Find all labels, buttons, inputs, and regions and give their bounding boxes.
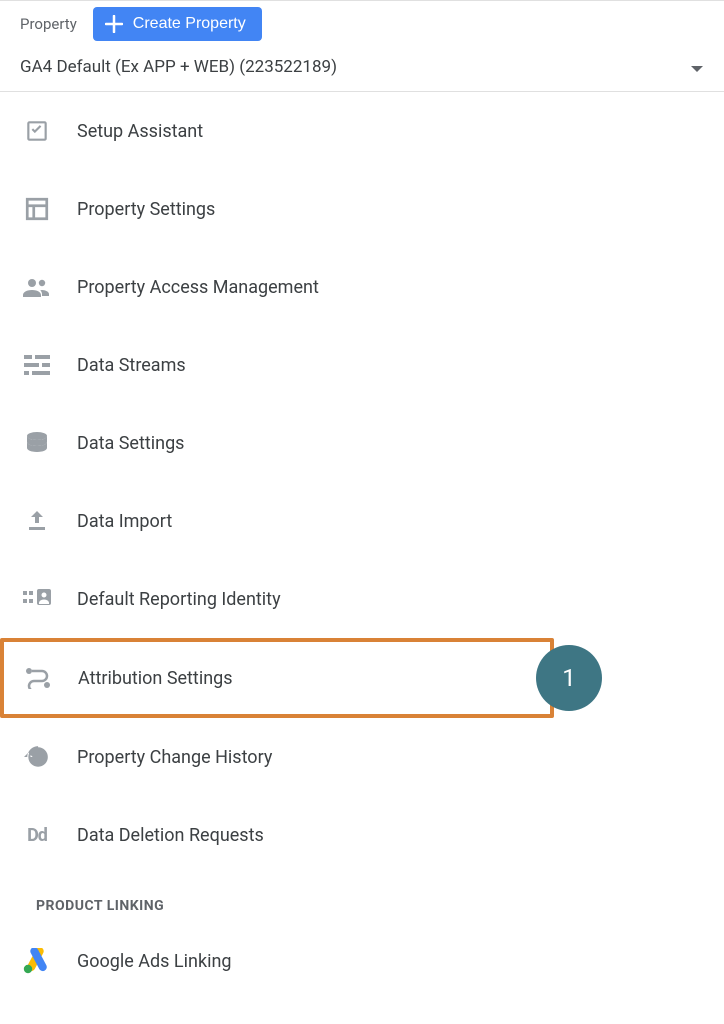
streams-icon [23, 351, 51, 379]
menu-label: Property Settings [77, 199, 215, 220]
menu-item-google-ads-linking[interactable]: Google Ads Linking [0, 922, 724, 997]
menu-label: Data Deletion Requests [77, 825, 264, 846]
menu-item-data-deletion[interactable]: Dd Data Deletion Requests [0, 796, 724, 874]
menu-label: Data Import [77, 511, 172, 532]
property-header: Property Create Property [0, 0, 724, 47]
menu-item-reporting-identity[interactable]: Default Reporting Identity [0, 560, 724, 638]
property-menu: Setup Assistant Property Settings Proper… [0, 92, 724, 997]
google-ads-icon [23, 947, 51, 975]
plus-icon [105, 15, 123, 33]
property-selector[interactable]: GA4 Default (Ex APP + WEB) (223522189) [0, 47, 724, 92]
create-property-label: Create Property [133, 15, 246, 33]
menu-item-change-history[interactable]: Property Change History [0, 718, 724, 796]
menu-item-setup-assistant[interactable]: Setup Assistant [0, 92, 724, 170]
menu-item-attribution-settings[interactable]: Attribution Settings [0, 638, 554, 718]
menu-label: Property Access Management [77, 277, 319, 298]
create-property-button[interactable]: Create Property [93, 7, 262, 41]
property-selector-label: GA4 Default (Ex APP + WEB) (223522189) [20, 57, 337, 77]
dropdown-caret-icon [690, 58, 704, 77]
menu-item-property-settings[interactable]: Property Settings [0, 170, 724, 248]
menu-item-data-import[interactable]: Data Import [0, 482, 724, 560]
menu-label: Default Reporting Identity [77, 589, 281, 610]
annotation-badge: 1 [536, 645, 602, 711]
menu-label: Attribution Settings [78, 668, 233, 689]
menu-item-data-streams[interactable]: Data Streams [0, 326, 724, 404]
menu-label: Data Streams [77, 355, 186, 376]
menu-label: Property Change History [77, 747, 272, 768]
layout-icon [23, 195, 51, 223]
data-deletion-icon: Dd [23, 821, 51, 849]
section-product-linking: PRODUCT LINKING [0, 874, 724, 922]
checkbox-icon [23, 117, 51, 145]
attribution-path-icon [24, 664, 52, 692]
history-icon [23, 743, 51, 771]
upload-icon [23, 507, 51, 535]
database-icon [23, 429, 51, 457]
property-header-label: Property [20, 15, 77, 33]
attribution-highlight-wrapper: Attribution Settings 1 [0, 638, 554, 718]
annotation-badge-number: 1 [562, 664, 576, 692]
people-icon [23, 273, 51, 301]
identity-icon [23, 585, 51, 613]
menu-label: Data Settings [77, 433, 184, 454]
menu-item-property-access[interactable]: Property Access Management [0, 248, 724, 326]
menu-label: Google Ads Linking [77, 951, 232, 972]
menu-label: Setup Assistant [77, 121, 203, 142]
menu-item-data-settings[interactable]: Data Settings [0, 404, 724, 482]
